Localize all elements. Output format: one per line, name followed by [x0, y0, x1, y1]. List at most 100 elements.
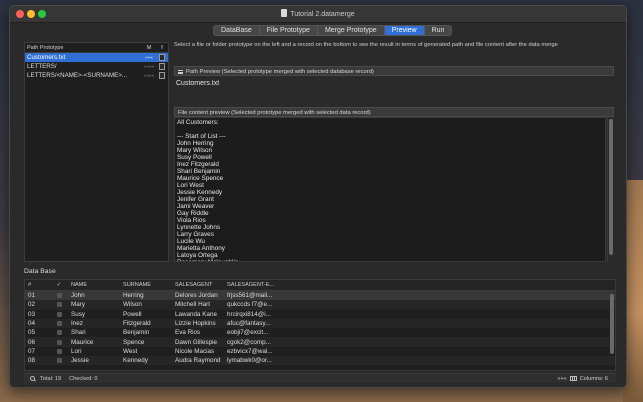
col-header-surname[interactable]: SURNAME — [123, 282, 175, 288]
row-name: Shari — [71, 329, 86, 337]
row-number: 01 — [28, 292, 36, 300]
header-m[interactable]: M — [142, 45, 156, 51]
row-surname: West — [123, 347, 138, 355]
window-title-wrap: Tutorial 2.datamerge — [10, 9, 626, 18]
file-preview-header: File content preview (Selected prototype… — [174, 107, 614, 117]
row-salesagent: Mitchell Hart — [175, 301, 210, 309]
row-check[interactable] — [47, 321, 71, 327]
prototype-row-letters-name[interactable]: LETTERS/<NAME>-<SURNAME>... »»»» — [25, 71, 168, 80]
row-salesagent-email: qukccds f7@e... — [227, 301, 273, 309]
merge-indicator: »+« — [145, 55, 153, 60]
row-name: Inez — [71, 320, 83, 328]
row-checkbox[interactable] — [56, 321, 62, 327]
tab-database[interactable]: DataBase — [214, 26, 260, 35]
prototype-row-letters[interactable]: LETTERS/ »»»» — [25, 62, 168, 71]
menu-icon[interactable] — [178, 70, 183, 74]
row-checkbox[interactable] — [56, 348, 62, 354]
file-icon — [159, 72, 165, 79]
row-checkbox[interactable] — [56, 311, 62, 317]
row-number: 08 — [28, 357, 36, 365]
file-line: Larry Graves — [177, 231, 214, 238]
file-line: Gay Riddle — [177, 210, 209, 217]
row-checkbox[interactable] — [56, 330, 62, 336]
file-line: --- Start of List --- — [177, 133, 226, 140]
prototype-name: LETTERS/ — [27, 63, 57, 70]
row-name: Lori — [71, 347, 82, 355]
columns-icon[interactable] — [569, 376, 577, 381]
file-line: Jessie Kennedy — [177, 189, 223, 196]
col-header-number[interactable]: # — [25, 282, 47, 288]
title-bar: Tutorial 2.datamerge — [10, 6, 626, 23]
tab-merge-prototype[interactable]: Merge Prototype — [318, 26, 385, 35]
file-line — [177, 126, 603, 133]
row-check[interactable] — [47, 293, 71, 299]
status-right: »+« Columns: 6 — [557, 376, 608, 382]
row-number: 02 — [28, 301, 36, 309]
row-check[interactable] — [47, 311, 71, 317]
row-salesagent: Nicole Macias — [175, 347, 215, 355]
path-preview-value: Customers.txt — [174, 77, 614, 104]
row-checkbox[interactable] — [56, 293, 62, 299]
row-checkbox[interactable] — [56, 302, 62, 308]
file-line: Shari Benjamin — [177, 168, 221, 175]
path-preview-title: Path Preview (Selected prototype merged … — [186, 69, 374, 75]
col-header-check[interactable]: ✓ — [47, 282, 71, 288]
col-header-name[interactable]: NAME — [71, 282, 123, 288]
file-line: Rosemary Mclaughlin — [177, 259, 603, 261]
status-bar: Total: 19 Checked: 0 »+« Columns: 6 — [24, 373, 616, 383]
row-checkbox[interactable] — [56, 339, 62, 345]
search-icon[interactable] — [30, 376, 35, 381]
table-row[interactable]: 04 Inez Fitzgerald Lizzie Hopkins afuc@fanta… — [25, 318, 615, 329]
row-surname: Wilson — [123, 301, 142, 309]
row-check[interactable] — [47, 302, 71, 308]
row-salesagent: Dawn Gillespie — [175, 338, 217, 346]
prototype-row-customers[interactable]: Customers.txt »+« — [25, 53, 168, 62]
status-total: Total: 19 — [40, 375, 62, 382]
row-salesagent-email: eobji7@excit... — [227, 329, 269, 337]
file-line: Maurice Spence — [177, 175, 224, 182]
file-preview-scrollbar[interactable] — [607, 117, 614, 262]
instruction-text: Select a file or folder prototype on the… — [174, 42, 558, 48]
table-row[interactable]: 01 John Herring Delores Jordan frjss561@mail… — [25, 291, 615, 301]
col-header-salesagent[interactable]: SALESAGENT — [175, 282, 227, 288]
file-icon — [159, 54, 165, 61]
file-icon-cell — [156, 72, 168, 79]
row-salesagent-email: ezbvicx7@wal... — [227, 347, 273, 355]
file-lines: All Customers: --- Start of List --- John … — [177, 119, 603, 261]
col-header-salesagent-email[interactable]: SALESAGENT-E... — [227, 282, 287, 288]
merge-indicator: »»»» — [143, 64, 154, 69]
table-row[interactable]: 07 Lori West Nicole Macias ezbvicx7@wal... — [25, 347, 615, 356]
row-salesagent: Audra Raymond — [175, 357, 221, 365]
prototype-name: Customers.txt — [27, 54, 66, 61]
tab-file-prototype[interactable]: File Prototype — [260, 26, 318, 35]
tab-run[interactable]: Run — [425, 26, 452, 35]
database-scrollbar[interactable] — [610, 294, 614, 354]
table-row[interactable]: 05 Shari Benjamin Eva Rios eobji7@excit... — [25, 328, 615, 337]
file-line: Susy Powell — [177, 154, 212, 161]
row-salesagent: Lizzie Hopkins — [175, 320, 216, 328]
table-row[interactable]: 06 Maurice Spence Dawn Gillespie cgok2@comp.… — [25, 337, 615, 347]
header-path-prototype[interactable]: Path Prototype — [25, 45, 142, 51]
file-line: Lynnette Johns — [177, 224, 221, 231]
file-line: All Customers: — [177, 119, 219, 126]
row-check[interactable] — [47, 330, 71, 336]
row-name: Mary — [71, 301, 85, 309]
row-check[interactable] — [47, 358, 71, 364]
row-check[interactable] — [47, 348, 71, 354]
row-salesagent: Lawanda Kane — [175, 310, 218, 318]
table-row[interactable]: 03 Susy Powell Lawanda Kane hrcirqxi814@i... — [25, 310, 615, 319]
table-row[interactable]: 08 Jessie Kennedy Audra Raymond lymabwk0@or.… — [25, 356, 615, 366]
file-line: Mary Wilson — [177, 147, 213, 154]
scroll-thumb[interactable] — [609, 119, 613, 255]
file-line: Jenifer Grant — [177, 196, 214, 203]
file-line: Lucile Wu — [177, 238, 205, 245]
database-label: Data Base — [24, 268, 56, 275]
row-check[interactable] — [47, 339, 71, 345]
file-line: John Herring — [177, 140, 214, 147]
database-rows: 01 John Herring Delores Jordan frjss561@mail… — [25, 291, 615, 366]
header-f[interactable]: f — [156, 45, 168, 51]
row-salesagent-email: afuc@fantasy... — [227, 320, 271, 328]
row-checkbox[interactable] — [56, 358, 62, 364]
table-row[interactable]: 02 Mary Wilson Mitchell Hart qukccds f7@e... — [25, 300, 615, 310]
tab-preview[interactable]: Preview — [384, 26, 425, 35]
